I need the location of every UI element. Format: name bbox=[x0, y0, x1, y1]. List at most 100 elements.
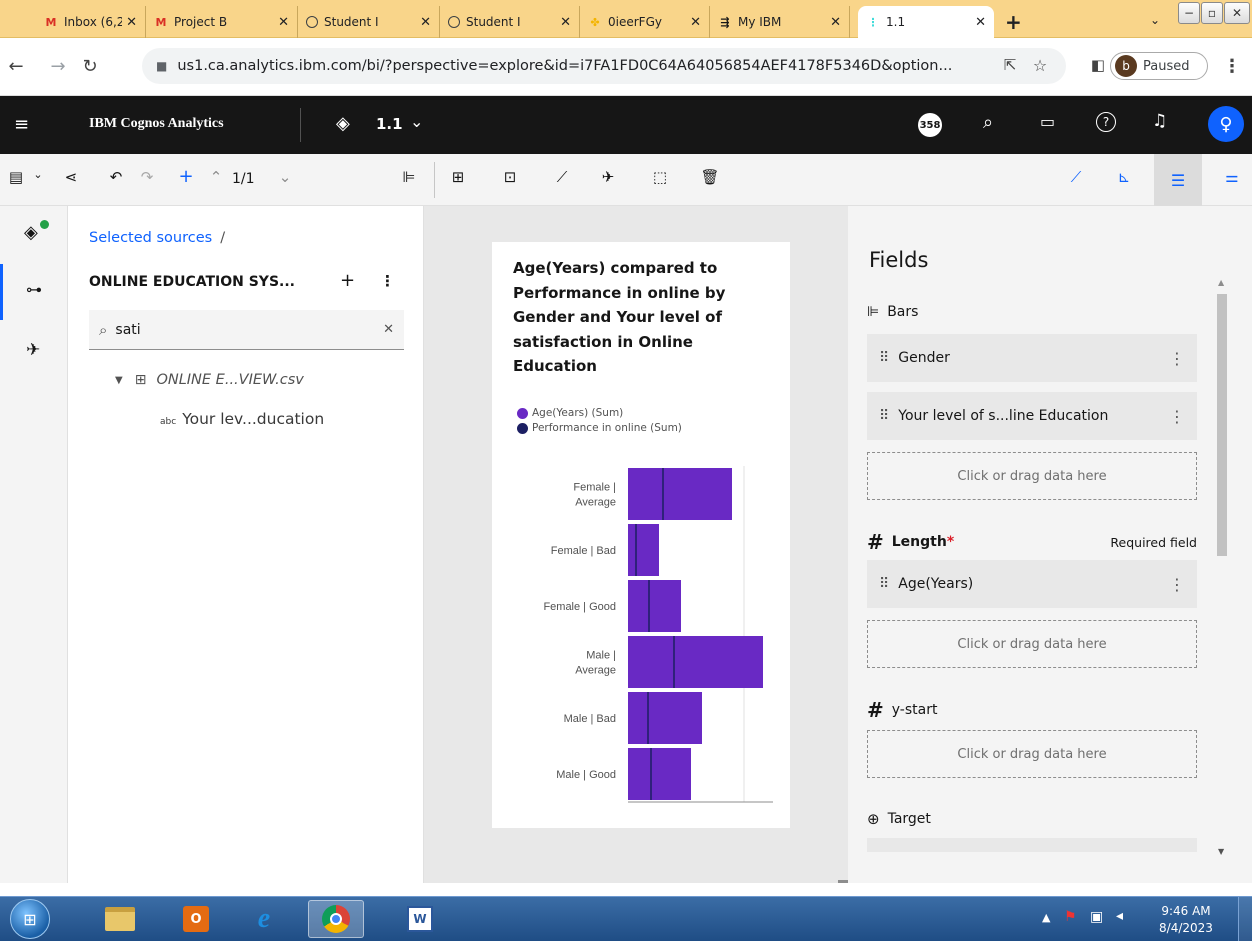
drop-zone-length[interactable]: Click or drag data here bbox=[867, 620, 1197, 668]
reload-icon[interactable]: ↻ bbox=[80, 56, 100, 77]
close-tab-icon[interactable]: ✕ bbox=[560, 15, 571, 30]
maximize-button[interactable]: ▫ bbox=[1201, 2, 1223, 24]
properties-icon[interactable]: ⚌ bbox=[1220, 168, 1244, 186]
new-tab-icon[interactable]: + bbox=[1005, 10, 1022, 34]
chevron-down-icon[interactable]: ⌄ bbox=[1150, 13, 1160, 27]
scroll-down-arrow[interactable]: ▼ bbox=[1218, 847, 1224, 856]
close-tab-icon[interactable]: ✕ bbox=[830, 15, 841, 30]
fields-panel-toggle[interactable]: ☰ bbox=[1154, 154, 1202, 206]
search-icon[interactable]: ⌕ bbox=[983, 112, 993, 133]
tree-node-field[interactable]: abc Your lev...ducation bbox=[160, 410, 324, 428]
target-well[interactable] bbox=[867, 838, 1197, 852]
scrollbar-thumb[interactable] bbox=[1217, 294, 1227, 556]
user-avatar-icon[interactable]: ♀ bbox=[1208, 106, 1244, 142]
chevron-down-icon[interactable]: ⌄ bbox=[26, 168, 50, 181]
url-field[interactable]: ■ us1.ca.analytics.ibm.com/bi/?perspecti… bbox=[142, 48, 1066, 84]
start-button[interactable]: ⊞ bbox=[10, 899, 50, 939]
forecast-icon[interactable]: ⊾ bbox=[1112, 168, 1136, 186]
share-icon[interactable]: ⋖ bbox=[59, 168, 83, 186]
undo-icon[interactable]: ↶ bbox=[104, 168, 128, 186]
overflow-menu-icon[interactable]: ⋮ bbox=[1169, 407, 1185, 426]
selection-icon[interactable]: ⬚ bbox=[648, 168, 672, 186]
close-tab-icon[interactable]: ✕ bbox=[975, 15, 986, 30]
drag-handle-icon[interactable]: ⠿ bbox=[879, 408, 889, 424]
browser-tab[interactable]: ⇶ My IBM ✕ bbox=[710, 6, 850, 38]
action-center-icon[interactable]: ⚑ bbox=[1064, 909, 1077, 925]
back-icon[interactable]: ← bbox=[6, 56, 26, 77]
file-explorer-icon[interactable] bbox=[92, 900, 148, 938]
hamburger-menu-icon[interactable]: ≡ bbox=[14, 114, 29, 135]
close-window-button[interactable]: ✕ bbox=[1224, 2, 1250, 24]
breadcrumb-link[interactable]: Selected sources bbox=[89, 230, 212, 246]
overflow-menu-icon[interactable]: ⋮ bbox=[1169, 349, 1185, 368]
chevron-up-icon[interactable]: ⌃ bbox=[204, 168, 228, 186]
bar[interactable] bbox=[628, 692, 702, 744]
browser-tab[interactable]: Student I ✕ bbox=[440, 6, 580, 38]
chart-card[interactable]: Age(Years) compared to Performance in on… bbox=[492, 242, 790, 828]
line-chart-icon[interactable]: ⟋ bbox=[550, 168, 574, 186]
show-desktop-button[interactable] bbox=[1238, 897, 1252, 941]
tray-overflow-icon[interactable]: ▲ bbox=[1042, 911, 1050, 924]
data-sources-icon[interactable]: ◈ bbox=[24, 222, 38, 243]
field-pill[interactable]: ⠿ Gender ⋮ bbox=[867, 334, 1197, 382]
expand-icon[interactable]: ⊡ bbox=[498, 168, 522, 186]
system-clock[interactable]: 9:46 AM 8/4/2023 bbox=[1156, 903, 1216, 937]
legend-item[interactable]: Age(Years) (Sum) bbox=[517, 406, 682, 421]
outlook-icon[interactable]: O bbox=[168, 900, 224, 938]
forward-icon[interactable]: → bbox=[48, 56, 68, 77]
add-icon[interactable]: + bbox=[174, 166, 198, 187]
bar-chart-icon[interactable]: ⊫ bbox=[397, 168, 421, 186]
network-icon[interactable]: ▣ bbox=[1090, 909, 1103, 925]
close-tab-icon[interactable]: ✕ bbox=[420, 15, 431, 30]
profile-button[interactable]: b Paused bbox=[1110, 52, 1208, 80]
caret-down-icon[interactable]: ▼ bbox=[115, 375, 123, 386]
delete-icon[interactable]: 🗑 bbox=[698, 168, 722, 186]
field-pill[interactable]: ⠿ Your level of s...line Education ⋮ bbox=[867, 392, 1197, 440]
close-tab-icon[interactable]: ✕ bbox=[690, 15, 701, 30]
scrollbar-track[interactable]: ▲ ▼ bbox=[1216, 278, 1228, 856]
close-tab-icon[interactable]: ✕ bbox=[278, 15, 289, 30]
bar[interactable] bbox=[628, 524, 659, 576]
browser-tab[interactable]: M Inbox (6,2 ✕ bbox=[36, 6, 146, 38]
clear-search-icon[interactable]: ✕ bbox=[383, 322, 394, 337]
overflow-menu-icon[interactable]: ⋮ bbox=[380, 272, 395, 290]
minimize-button[interactable]: − bbox=[1178, 2, 1200, 24]
field-pill[interactable]: ⠿ Age(Years) ⋮ bbox=[867, 560, 1197, 608]
chevron-down-icon[interactable]: ⌄ bbox=[410, 112, 423, 131]
browser-tab[interactable]: Student I ✕ bbox=[298, 6, 440, 38]
side-panel-icon[interactable]: ◧ bbox=[1088, 56, 1108, 74]
data-tree-icon[interactable]: ⊶ bbox=[26, 280, 42, 299]
filter-icon[interactable]: ⊞ bbox=[446, 168, 470, 186]
add-source-icon[interactable]: + bbox=[340, 270, 355, 291]
drag-handle-icon[interactable]: ⠿ bbox=[879, 576, 889, 592]
volume-icon[interactable]: ◂ bbox=[1116, 908, 1123, 924]
internet-explorer-icon[interactable]: e bbox=[236, 900, 292, 938]
overflow-menu-icon[interactable]: ⋮ bbox=[1169, 575, 1185, 594]
browser-tab-active[interactable]: ⋮ 1.1 ✕ bbox=[858, 6, 994, 38]
pin-icon[interactable]: ✈ bbox=[26, 340, 40, 360]
drop-zone-ystart[interactable]: Click or drag data here bbox=[867, 730, 1197, 778]
chevron-down-icon[interactable]: ⌄ bbox=[273, 168, 297, 186]
bar[interactable] bbox=[628, 468, 732, 520]
pin-icon[interactable]: ✈ bbox=[596, 168, 620, 186]
save-icon[interactable]: ▤ bbox=[4, 168, 28, 186]
word-icon[interactable]: W bbox=[392, 900, 448, 938]
share-icon[interactable]: ⇱ bbox=[1000, 56, 1020, 74]
bar[interactable] bbox=[628, 748, 691, 800]
bookmark-star-icon[interactable]: ☆ bbox=[1030, 56, 1050, 75]
insights-icon[interactable]: ⟋ bbox=[1064, 168, 1088, 186]
legend-item[interactable]: Performance in online (Sum) bbox=[517, 421, 682, 436]
chat-icon[interactable]: ▭ bbox=[1040, 112, 1055, 131]
help-icon[interactable]: ? bbox=[1096, 112, 1116, 132]
scroll-up-arrow[interactable]: ▲ bbox=[1218, 278, 1224, 287]
close-tab-icon[interactable]: ✕ bbox=[126, 15, 137, 30]
drag-handle-icon[interactable]: ⠿ bbox=[879, 350, 889, 366]
chrome-icon[interactable] bbox=[308, 900, 364, 938]
notification-count-badge[interactable]: 358 bbox=[918, 113, 942, 137]
search-input[interactable]: ⌕ sati ✕ bbox=[89, 310, 404, 350]
browser-tab[interactable]: ✤ 0ieerFGy ✕ bbox=[580, 6, 710, 38]
browser-menu-icon[interactable]: ⋮ bbox=[1222, 56, 1242, 77]
browser-tab[interactable]: M Project B ✕ bbox=[146, 6, 298, 38]
redo-icon[interactable]: ↷ bbox=[135, 168, 159, 186]
bell-icon[interactable]: ♫ bbox=[1152, 111, 1167, 131]
